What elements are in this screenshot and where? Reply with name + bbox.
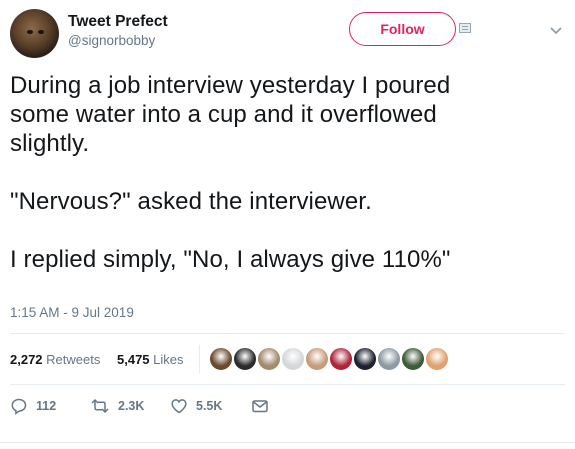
likes-count: 5,475	[117, 352, 150, 367]
divider	[10, 333, 565, 334]
reply-icon	[11, 398, 27, 415]
tweet-text: During a job interview yesterday I poure…	[10, 72, 451, 273]
likes-label: Likes	[153, 352, 184, 367]
reply-button[interactable]: 112	[10, 397, 56, 415]
liker-avatar-3[interactable]	[256, 346, 282, 372]
chevron-down-icon[interactable]	[548, 22, 564, 38]
liker-avatar-8[interactable]	[376, 346, 402, 372]
heart-icon	[171, 399, 187, 414]
reply-count: 112	[36, 399, 57, 413]
retweet-button[interactable]: 2.3K	[90, 397, 144, 415]
retweets-stat[interactable]: 2,272 Retweets	[10, 352, 100, 367]
retweets-label: Retweets	[46, 352, 101, 367]
liker-avatar-1[interactable]	[208, 346, 234, 372]
author-name[interactable]: Tweet Prefect	[68, 13, 168, 31]
follow-button[interactable]: Follow	[349, 12, 456, 46]
mail-icon	[252, 400, 268, 413]
follow-badge-icon	[459, 23, 471, 33]
liker-avatar-9[interactable]	[400, 346, 426, 372]
liker-avatars[interactable]	[208, 346, 468, 372]
direct-message-button[interactable]	[251, 397, 269, 415]
stats-separator	[199, 345, 200, 373]
liker-avatar-5[interactable]	[304, 346, 330, 372]
divider	[10, 384, 565, 385]
avatar-eye	[27, 30, 33, 34]
retweets-count: 2,272	[10, 352, 43, 367]
likes-stat[interactable]: 5,475 Likes	[117, 352, 184, 367]
author-avatar[interactable]	[10, 9, 59, 58]
liker-avatar-7[interactable]	[352, 346, 378, 372]
action-bar: 112 2.3K 5.5K	[0, 397, 575, 419]
tweet-timestamp[interactable]: 1:15 AM - 9 Jul 2019	[10, 305, 134, 320]
liker-avatar-6[interactable]	[328, 346, 354, 372]
retweet-icon	[91, 398, 109, 414]
bottom-divider	[0, 442, 575, 443]
retweet-count: 2.3K	[118, 399, 145, 413]
avatar-eye	[38, 30, 44, 34]
liker-avatar-10[interactable]	[424, 346, 450, 372]
like-count: 5.5K	[196, 399, 223, 413]
liker-avatar-2[interactable]	[232, 346, 258, 372]
like-button[interactable]: 5.5K	[170, 397, 222, 415]
author-handle[interactable]: @signorbobby	[68, 33, 155, 48]
liker-avatar-4[interactable]	[280, 346, 306, 372]
